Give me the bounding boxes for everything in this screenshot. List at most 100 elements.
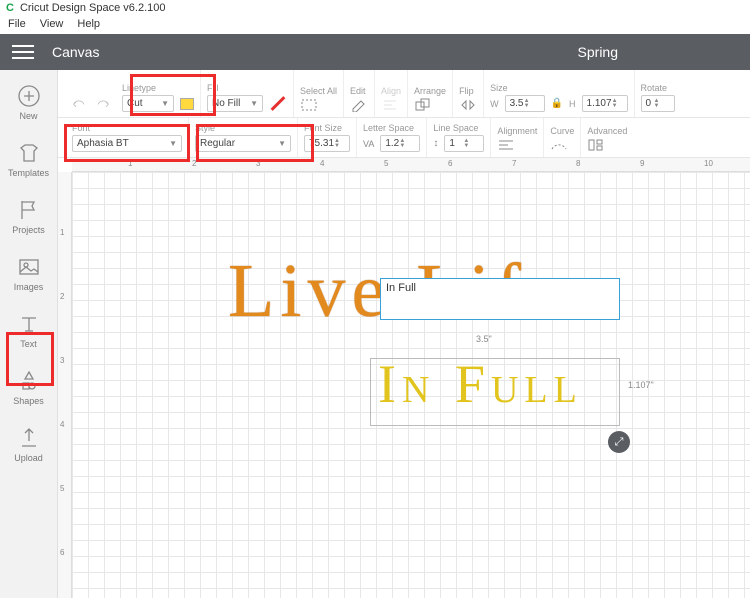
style-dropdown[interactable]: Regular▼ (195, 135, 291, 152)
left-sidebar: New Templates Projects Images Text Shape… (0, 70, 58, 598)
plus-circle-icon (17, 84, 41, 108)
linespace-icon: ↕ (433, 138, 438, 149)
selection-height-label: 1.107" (628, 380, 654, 390)
flag-icon (17, 198, 41, 222)
text-edit-input[interactable] (380, 278, 620, 320)
width-input[interactable]: 3.5▲▼ (505, 95, 545, 112)
h-label: H (569, 99, 576, 109)
selectall-label: Select All (300, 86, 337, 96)
caret-down-icon: ▼ (278, 139, 286, 148)
redo-button[interactable] (94, 95, 110, 112)
app-logo-icon: C (6, 2, 14, 14)
sidebar-item-shapes[interactable]: Shapes (8, 365, 50, 410)
menu-bar: File View Help (0, 16, 750, 34)
ruler-tick: 3 (60, 356, 64, 365)
edit-dropdown[interactable] (350, 98, 368, 112)
arrange-dropdown[interactable] (414, 98, 432, 112)
size-label: Size (490, 83, 627, 93)
no-fill-icon (271, 96, 286, 111)
linetype-label: Linetype (122, 83, 194, 93)
sidebar-label: Projects (12, 225, 45, 235)
upload-icon (17, 426, 41, 450)
align-label: Align (381, 86, 401, 96)
selection-box[interactable]: ⤢ (370, 358, 620, 426)
ruler-tick: 9 (640, 159, 644, 168)
sidebar-label: Templates (8, 168, 49, 178)
arrange-label: Arrange (414, 86, 446, 96)
alignment-dropdown[interactable] (497, 138, 515, 152)
ruler-tick: 4 (320, 159, 324, 168)
ruler-tick: 4 (60, 420, 64, 429)
alignment-label: Alignment (497, 126, 537, 136)
flip-dropdown[interactable] (459, 98, 477, 112)
ruler-tick: 5 (384, 159, 388, 168)
ruler-tick: 2 (192, 159, 196, 168)
font-dropdown[interactable]: Aphasia BT▼ (72, 135, 182, 152)
linetype-dropdown[interactable]: Cut▼ (122, 95, 174, 112)
sidebar-item-images[interactable]: Images (8, 251, 50, 296)
toolbar-row-1: Linetype Cut▼ Fill No Fill▼ Select All E… (58, 70, 750, 118)
horizontal-ruler: 12345678910 (72, 158, 750, 172)
linetype-color-swatch[interactable] (180, 98, 194, 110)
linespace-label: Line Space (433, 123, 484, 133)
edit-label: Edit (350, 86, 368, 96)
style-label: Style (195, 123, 291, 133)
curve-label: Curve (550, 126, 574, 136)
fill-dropdown[interactable]: No Fill▼ (207, 95, 263, 112)
ruler-tick: 6 (60, 548, 64, 557)
canvas-label: Canvas (52, 44, 99, 60)
fontsize-label: Font Size (304, 123, 350, 133)
letterspace-label: Letter Space (363, 123, 420, 133)
header-bar: Canvas Spring (0, 34, 750, 70)
curve-button[interactable] (550, 138, 568, 152)
sidebar-label: Text (20, 339, 37, 349)
rotate-input[interactable]: 0▲▼ (641, 95, 675, 112)
advanced-label: Advanced (587, 126, 627, 136)
vertical-ruler: 1 2 3 4 5 6 (58, 172, 72, 598)
sidebar-item-upload[interactable]: Upload (8, 422, 50, 467)
letterspace-input[interactable]: 1.2▲▼ (380, 135, 420, 152)
ruler-tick: 8 (576, 159, 580, 168)
rotate-handle-icon[interactable]: ⤢ (608, 431, 630, 453)
fontsize-input[interactable]: 75.31▲▼ (304, 135, 350, 152)
sidebar-label: Shapes (13, 396, 44, 406)
select-all-button[interactable] (300, 98, 318, 112)
hamburger-icon[interactable] (12, 45, 34, 59)
rotate-label: Rotate (641, 83, 675, 93)
letterspace-icon: VA (363, 139, 374, 149)
app-title: Cricut Design Space v6.2.100 (20, 2, 166, 14)
sidebar-item-text[interactable]: Text (8, 308, 50, 353)
align-dropdown (381, 98, 399, 112)
height-input[interactable]: 1.107▲▼ (582, 95, 628, 112)
undo-button[interactable] (72, 95, 88, 112)
design-canvas[interactable]: 12345678910 123456 Live Life In Full ⤢ 3… (58, 158, 750, 598)
lock-icon[interactable]: 🔒 (551, 98, 563, 109)
font-label: Font (72, 123, 182, 133)
selection-width-label: 3.5" (476, 334, 492, 344)
window-titlebar: C Cricut Design Space v6.2.100 (0, 0, 750, 16)
ruler-tick: 5 (60, 484, 64, 493)
sidebar-item-templates[interactable]: Templates (8, 137, 50, 182)
fill-label: Fill (207, 83, 287, 93)
project-name[interactable]: Spring (578, 44, 618, 60)
ruler-tick: 2 (60, 292, 64, 301)
sidebar-label: Upload (14, 453, 43, 463)
advanced-dropdown[interactable] (587, 138, 605, 152)
flip-label: Flip (459, 86, 477, 96)
w-label: W (490, 99, 499, 109)
sidebar-item-new[interactable]: New (8, 80, 50, 125)
sidebar-label: Images (14, 282, 44, 292)
image-icon (17, 255, 41, 279)
menu-file[interactable]: File (8, 18, 26, 30)
ruler-tick: 7 (512, 159, 516, 168)
menu-help[interactable]: Help (77, 18, 100, 30)
menu-view[interactable]: View (40, 18, 64, 30)
sidebar-label: New (19, 111, 37, 121)
toolbar-row-2: Font Aphasia BT▼ Style Regular▼ Font Siz… (58, 118, 750, 158)
sidebar-item-projects[interactable]: Projects (8, 194, 50, 239)
ruler-tick: 6 (448, 159, 452, 168)
ruler-tick: 10 (704, 159, 713, 168)
text-icon (17, 312, 41, 336)
ruler-tick: 1 (60, 228, 64, 237)
linespace-input[interactable]: 1▲▼ (444, 135, 484, 152)
